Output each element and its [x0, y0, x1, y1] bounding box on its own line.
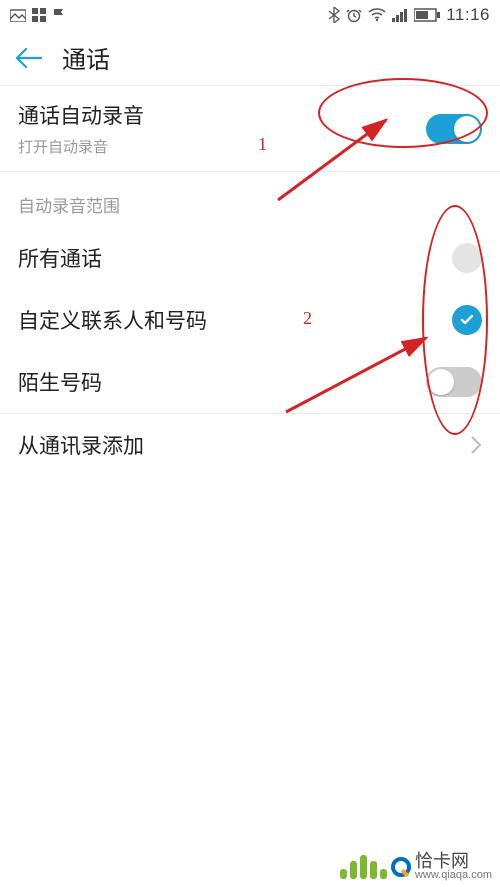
- row-unknown-numbers[interactable]: 陌生号码: [0, 351, 500, 413]
- auto-record-subtitle: 打开自动录音: [18, 136, 144, 157]
- custom-contacts-radio[interactable]: [452, 305, 482, 335]
- page-title: 通话: [62, 40, 110, 75]
- bluetooth-icon: [328, 7, 340, 23]
- watermark: 恰卡网 www.qiaqa.com: [340, 852, 492, 881]
- status-time: 11:16: [446, 5, 490, 25]
- watermark-q-icon: [391, 857, 411, 877]
- row-custom-contacts[interactable]: 自定义联系人和号码: [0, 289, 500, 351]
- wifi-icon: [368, 8, 386, 22]
- custom-contacts-label: 自定义联系人和号码: [18, 305, 207, 335]
- auto-record-title: 通话自动录音: [18, 100, 144, 130]
- all-calls-radio[interactable]: [452, 243, 482, 273]
- row-add-from-contacts[interactable]: 从通讯录添加: [0, 414, 500, 476]
- auto-record-toggle[interactable]: [426, 114, 482, 144]
- flag-icon: [52, 8, 66, 22]
- add-from-contacts-label: 从通讯录添加: [18, 430, 144, 460]
- section-title-scope: 自动录音范围: [0, 172, 500, 227]
- title-bar: 通话: [0, 30, 500, 86]
- unknown-numbers-label: 陌生号码: [18, 367, 102, 397]
- all-calls-label: 所有通话: [18, 243, 102, 273]
- grid-icon: [32, 8, 46, 22]
- back-arrow-icon[interactable]: [14, 46, 42, 70]
- status-bar: 11:16: [0, 0, 500, 30]
- chevron-right-icon: [470, 435, 482, 455]
- battery-icon: [414, 8, 440, 22]
- watermark-url: www.qiaqa.com: [415, 870, 492, 881]
- alarm-icon: [346, 7, 362, 23]
- signal-icon: [392, 8, 408, 22]
- photo-icon: [10, 8, 26, 22]
- watermark-name: 恰卡网: [415, 852, 492, 870]
- unknown-numbers-toggle[interactable]: [426, 367, 482, 397]
- watermark-bars-icon: [340, 855, 387, 879]
- row-auto-record[interactable]: 通话自动录音 打开自动录音: [0, 86, 500, 171]
- row-all-calls[interactable]: 所有通话: [0, 227, 500, 289]
